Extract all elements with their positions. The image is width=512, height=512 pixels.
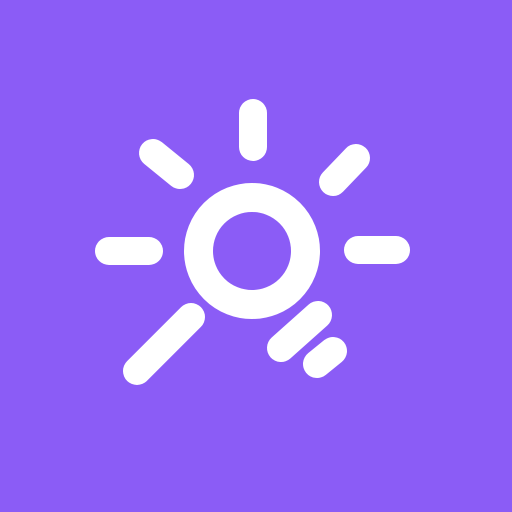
app-icon-tile — [0, 0, 512, 512]
dash-bottom-right-2 — [303, 337, 347, 378]
icon-background — [0, 0, 512, 512]
sun-brightness-icon — [0, 0, 512, 512]
ray-top-right — [319, 144, 370, 196]
ray-top-left — [139, 139, 194, 189]
